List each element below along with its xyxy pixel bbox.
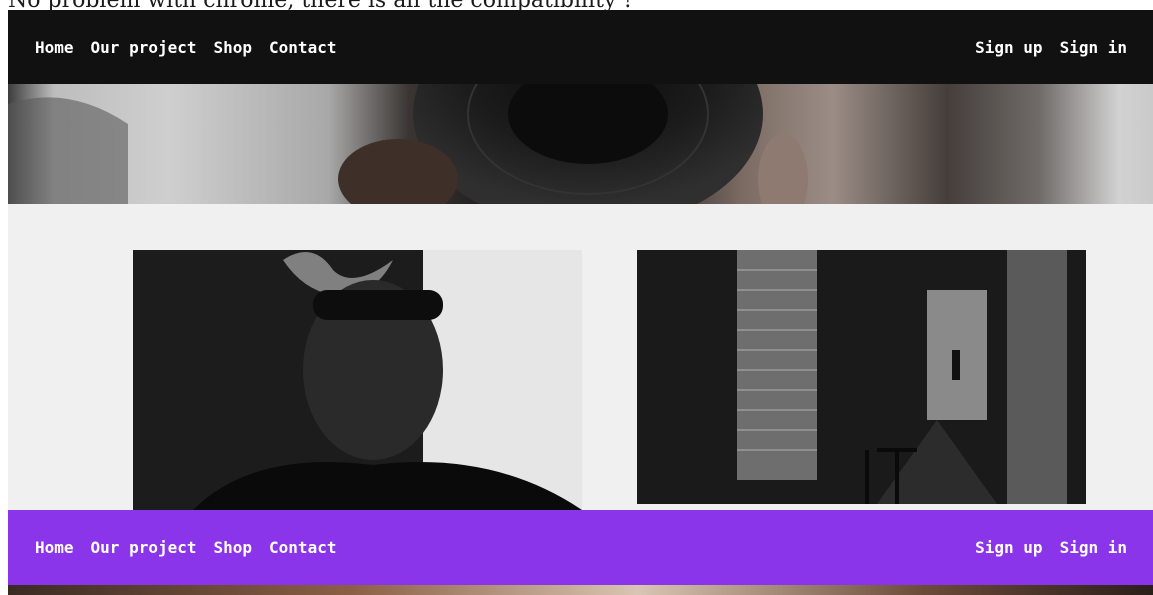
camera-photo: [8, 84, 808, 204]
nav-link-our-project[interactable]: Our project: [91, 38, 197, 57]
alley-photo: [637, 250, 1086, 504]
sign-up-link[interactable]: Sign up: [975, 38, 1042, 57]
nav-link-our-project[interactable]: Our project: [91, 538, 197, 557]
nav-links: Home Our project Shop Contact: [35, 538, 336, 557]
nav-link-home[interactable]: Home: [35, 38, 74, 57]
nav-link-contact[interactable]: Contact: [269, 538, 336, 557]
auth-links: Sign up Sign in: [975, 38, 1127, 57]
nav-links: Home Our project Shop Contact: [35, 38, 336, 57]
nav-link-shop[interactable]: Shop: [214, 38, 253, 57]
sign-in-link[interactable]: Sign in: [1060, 538, 1127, 557]
auth-links: Sign up Sign in: [975, 538, 1127, 557]
portrait-illustration: [133, 250, 582, 510]
smoking-man-photo: [133, 250, 582, 510]
browser-viewport: Home Our project Shop Contact Sign up Si…: [8, 10, 1153, 595]
nav-link-contact[interactable]: Contact: [269, 38, 336, 57]
alley-illustration: [637, 250, 1086, 504]
top-navbar: Home Our project Shop Contact Sign up Si…: [8, 10, 1153, 84]
nav-link-shop[interactable]: Shop: [214, 538, 253, 557]
hero-banner-image: [8, 84, 1153, 204]
sign-up-link[interactable]: Sign up: [975, 538, 1042, 557]
bottom-navbar: Home Our project Shop Contact Sign up Si…: [8, 510, 1153, 585]
footer-image-strip: [8, 585, 1153, 595]
sign-in-link[interactable]: Sign in: [1060, 38, 1127, 57]
nav-link-home[interactable]: Home: [35, 538, 74, 557]
